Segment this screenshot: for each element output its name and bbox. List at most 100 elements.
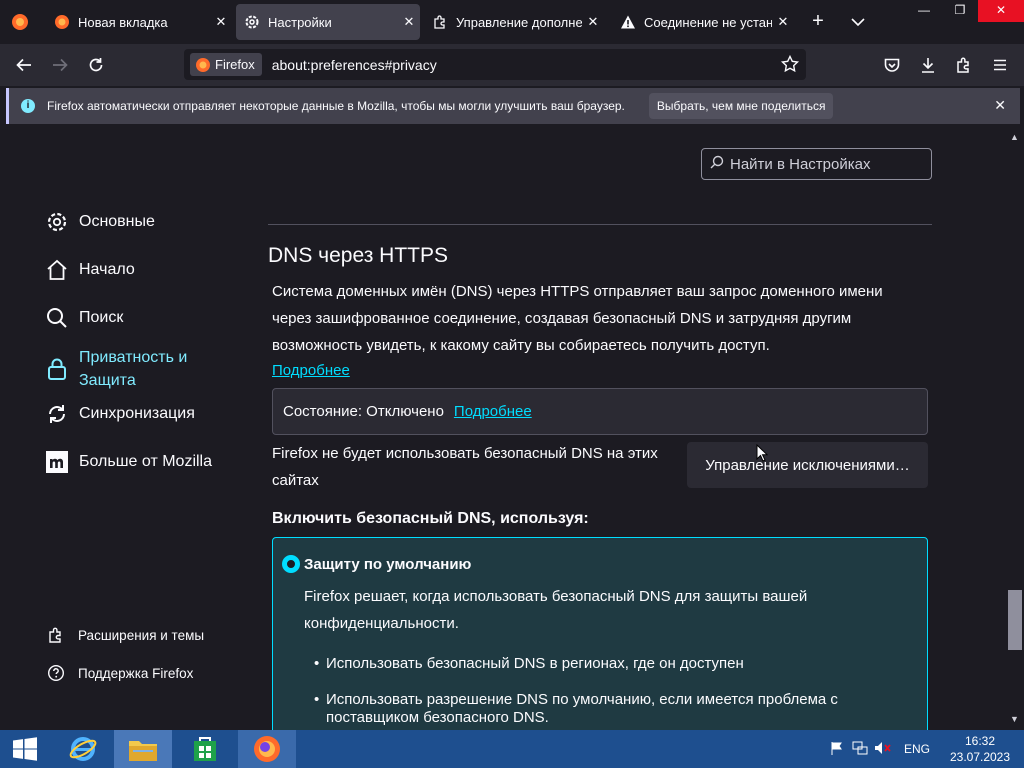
back-button[interactable] [10,51,38,79]
sidebar-item-label: Поиск [79,309,124,326]
close-icon[interactable]: ✕ [994,97,1006,114]
sidebar-item-label: Расширения и темы [78,627,205,643]
volume-muted-icon[interactable] [874,741,900,758]
tab-label: Соединение не устано [644,14,772,30]
sidebar-item-search[interactable]: Поиск [45,306,123,330]
sidebar-item-mozilla[interactable]: Больше от Mozilla [45,450,212,474]
downloads-button[interactable] [914,51,942,79]
tab-strip: Новая вкладка ✕ Настройки ✕ Управление д… [0,0,1024,44]
default-protection-option[interactable]: Защиту по умолчанию Firefox решает, когд… [272,537,928,730]
clock[interactable]: 16:32 23.07.2023 [942,733,1018,765]
lock-icon [45,357,69,381]
choose-data-button[interactable]: Выбрать, чем мне поделиться [648,93,834,119]
app-menu-button[interactable] [986,51,1014,79]
tab-label: Настройки [268,14,332,30]
window-close-button[interactable]: ✕ [978,0,1024,22]
option-label: Защиту по умолчанию [304,556,472,573]
mozilla-icon [45,450,69,474]
chevron-down-icon[interactable] [846,12,870,32]
option-description: Firefox решает, когда использовать безоп… [304,588,808,632]
identity-label: Firefox [215,57,255,72]
search-input[interactable]: Найти в Настройках [701,148,932,180]
firefox-menu-icon[interactable] [10,12,30,32]
sidebar-item-home[interactable]: Начало [45,258,135,282]
close-icon[interactable]: ✕ [398,14,420,30]
sidebar-item-label: Больше от Mozilla [79,453,213,470]
exceptions-description: Firefox не будет использовать безопасный… [272,445,658,489]
home-icon [45,258,69,282]
section-divider [268,224,932,225]
dns-status-text: Состояние: Отключено [283,403,444,420]
firefox-icon [54,14,70,30]
info-icon: i [21,99,35,113]
gear-icon [45,210,69,234]
file-explorer-icon[interactable] [114,730,172,768]
radio-button[interactable] [282,555,300,573]
list-item: Использовать безопасный DNS в регионах, … [314,655,886,673]
sidebar-item-extensions[interactable]: Расширения и темы [47,626,204,644]
language-indicator[interactable]: ENG [904,742,930,756]
tab-label: Новая вкладка [78,14,168,30]
close-icon[interactable]: ✕ [210,14,232,30]
firefox-taskbar-icon[interactable] [238,730,296,768]
section-title: DNS через HTTPS [268,244,448,267]
preferences-page: Найти в Настройках Основные Начало Поиск… [0,128,1024,730]
warning-icon [620,14,636,30]
sidebar-item-label: Приватность и Защита [79,349,188,389]
restore-button[interactable]: ❐ [942,0,978,22]
sidebar-item-label: Поддержка Firefox [78,665,194,681]
gear-icon [244,14,260,30]
search-icon [45,306,69,330]
sidebar-item-support[interactable]: Поддержка Firefox [47,664,193,682]
tab-new-tab[interactable]: Новая вкладка ✕ [46,4,232,40]
close-icon[interactable]: ✕ [582,14,604,30]
store-icon[interactable] [176,730,234,768]
new-tab-button[interactable]: + [806,10,830,34]
internet-explorer-icon[interactable] [54,730,112,768]
firefox-icon [195,57,211,73]
tab-label: Управление дополнени [456,14,582,30]
search-icon [710,155,724,173]
sidebar-item-privacy[interactable]: Приватность и Защита [45,346,199,392]
tab-connection-error[interactable]: Соединение не устано ✕ [612,4,794,40]
manage-exceptions-button[interactable]: Управление исключениями… [687,442,928,488]
forward-button[interactable] [46,51,74,79]
section-description: Система доменных имён (DNS) через HTTPS … [272,283,883,354]
minimize-button[interactable]: — [906,0,942,22]
network-icon[interactable] [852,741,874,758]
mouse-cursor [756,443,769,462]
learn-more-link[interactable]: Подробнее [272,362,350,379]
extensions-button[interactable] [950,51,978,79]
url-bar[interactable]: Firefox about:preferences#privacy [184,49,806,80]
sidebar-item-sync[interactable]: Синхронизация [45,402,195,426]
help-icon [47,664,65,682]
close-icon[interactable]: ✕ [772,14,794,30]
reload-button[interactable] [82,51,110,79]
start-button[interactable] [0,730,50,768]
flag-icon[interactable] [830,741,852,758]
puzzle-icon [432,14,448,30]
url-text[interactable]: about:preferences#privacy [272,57,437,73]
system-tray: ENG [830,730,930,768]
notification-bar: i Firefox автоматически отправляет некот… [6,88,1020,124]
sidebar-item-general[interactable]: Основные [45,210,155,234]
sync-icon [45,402,69,426]
scroll-up-arrow[interactable]: ▲ [1010,132,1019,142]
taskbar: ENG 16:32 23.07.2023 [0,730,1024,768]
search-placeholder: Найти в Настройках [730,155,871,173]
tab-settings[interactable]: Настройки ✕ [236,4,420,40]
clock-date: 23.07.2023 [949,750,1011,764]
tab-addons[interactable]: Управление дополнени ✕ [424,4,604,40]
status-learn-more-link[interactable]: Подробнее [454,403,532,420]
sidebar-item-label: Начало [79,261,135,278]
puzzle-icon [47,626,65,644]
pocket-button[interactable] [878,51,906,79]
identity-box[interactable]: Firefox [190,53,262,76]
notification-text: Firefox автоматически отправляет некотор… [47,99,625,113]
star-icon[interactable] [780,54,800,74]
sidebar-item-label: Синхронизация [79,405,195,422]
scroll-down-arrow[interactable]: ▼ [1010,714,1019,724]
scrollbar-thumb[interactable] [1008,590,1022,650]
dns-status-box: Состояние: Отключено Подробнее [272,388,928,435]
enable-heading: Включить безопасный DNS, используя: [272,510,589,527]
